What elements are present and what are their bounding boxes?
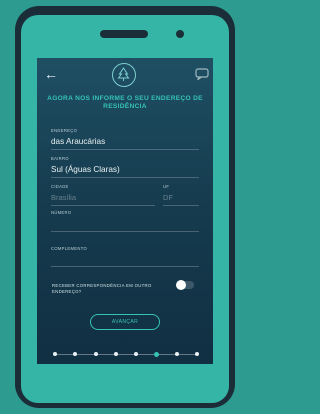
city-underline	[51, 205, 155, 206]
page-title: AGORA NOS INFORME O SEU ENDEREÇO DE RESI…	[47, 95, 203, 110]
state-underline	[163, 205, 199, 206]
city-field[interactable]: Brasília	[51, 193, 76, 202]
neighborhood-field[interactable]: Sul (Águas Claras)	[51, 165, 120, 174]
complement-underline	[51, 266, 199, 267]
phone-camera	[176, 30, 184, 38]
progress-dot	[195, 352, 199, 356]
number-label: NÚMERO	[51, 210, 72, 215]
street-field[interactable]: das Araucárias	[51, 137, 105, 146]
chat-icon[interactable]	[195, 67, 209, 82]
neighborhood-underline	[51, 177, 199, 178]
progress-dot	[93, 352, 98, 356]
progress-dot	[73, 352, 78, 356]
neighborhood-label: BAIRRO	[51, 156, 69, 161]
back-arrow-icon: ←	[44, 66, 58, 82]
number-underline	[51, 231, 199, 232]
continue-button[interactable]: AVANÇAR	[90, 314, 160, 330]
progress-dot	[134, 352, 139, 356]
back-button[interactable]: ←	[43, 66, 59, 82]
city-label: CIDADE	[51, 184, 69, 189]
street-label: ENDEREÇO	[51, 128, 78, 133]
phone-speaker	[100, 30, 148, 38]
progress-dot	[113, 352, 118, 356]
alternate-address-label: RECEBER CORRESPONDÊNCIA EM OUTRO ENDEREÇ…	[52, 283, 152, 294]
state-field[interactable]: DF	[163, 193, 173, 202]
tree-logo-icon	[112, 63, 136, 87]
street-underline	[51, 149, 199, 150]
complement-label: COMPLEMENTO	[51, 246, 88, 251]
progress-dot	[174, 352, 179, 356]
state-label: UF	[163, 184, 170, 189]
progress-dot	[53, 352, 57, 356]
app-screen: ← AGORA NOS INFORME O SEU ENDEREÇO DE RE…	[37, 58, 213, 364]
progress-dot	[154, 351, 160, 357]
toggle-knob[interactable]	[176, 280, 186, 290]
